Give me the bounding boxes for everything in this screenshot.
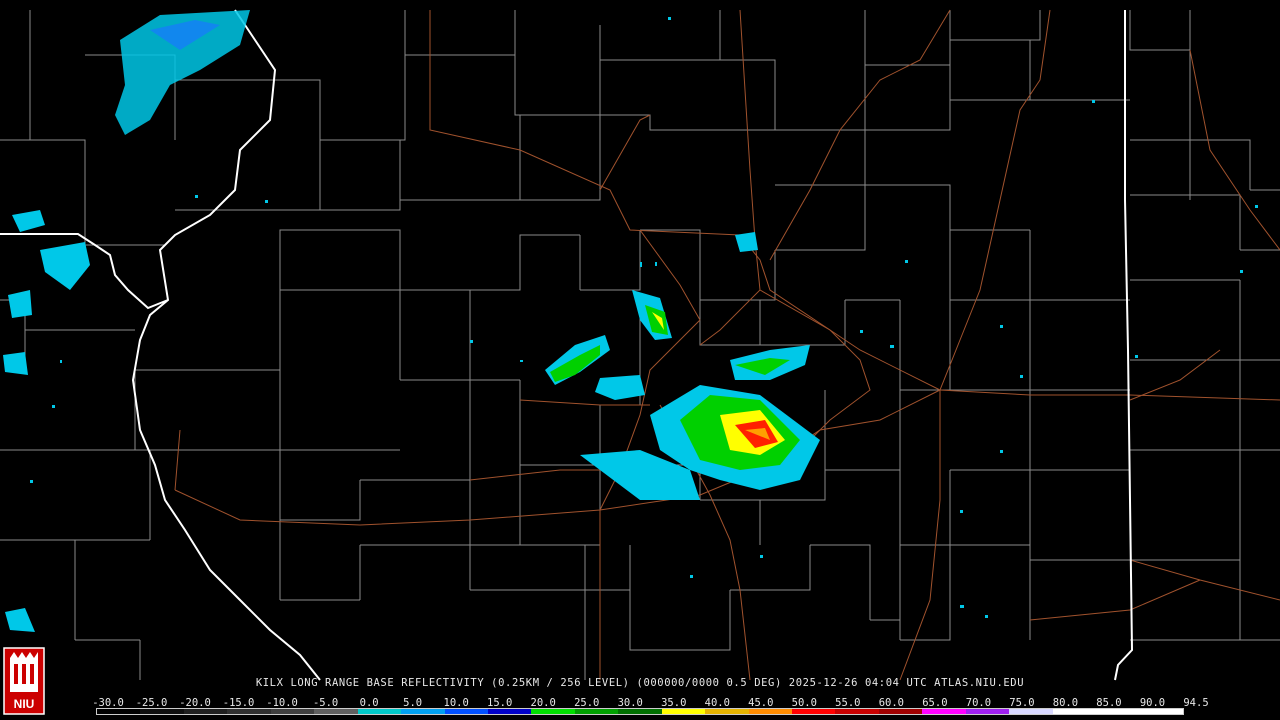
- logo-text: NIU: [14, 697, 35, 711]
- legend-swatch: [661, 709, 706, 714]
- legend-swatch: [1052, 709, 1097, 714]
- legend-swatch: [965, 709, 1010, 714]
- legend-swatch: [401, 709, 445, 714]
- legend-swatch: [1009, 709, 1053, 714]
- legend-swatch: [183, 709, 228, 714]
- legend-swatch: [1096, 709, 1140, 714]
- legend-swatch: [357, 709, 402, 714]
- legend-swatch: [444, 709, 488, 714]
- legend-swatch: [1139, 709, 1183, 714]
- niu-logo: NIU: [3, 647, 45, 715]
- legend-swatch: [922, 709, 966, 714]
- product-title: KILX LONG RANGE BASE REFLECTIVITY (0.25K…: [255, 677, 1025, 689]
- legend-swatch: [748, 709, 792, 714]
- radar-map: [0, 9, 1280, 681]
- legend-swatch: [618, 709, 662, 714]
- legend-swatch: [835, 709, 879, 714]
- color-scale-bar: [96, 708, 1184, 715]
- legend-swatch: [878, 709, 923, 714]
- echo-region-west-1: [12, 210, 45, 232]
- echo-region-west-2: [40, 242, 90, 290]
- legend-swatch: [792, 709, 836, 714]
- legend-swatch: [487, 709, 532, 714]
- legend-swatch: [574, 709, 619, 714]
- legend-swatch: [531, 709, 575, 714]
- legend-swatch: [705, 709, 749, 714]
- legend-swatch: [140, 709, 184, 714]
- legend-swatch: [314, 709, 358, 714]
- county-borders: [0, 10, 1280, 680]
- legend-swatch: [227, 709, 271, 714]
- state-borders: [0, 9, 1134, 681]
- legend-swatch: [97, 709, 141, 714]
- legend-label: 94.5: [1183, 697, 1209, 709]
- legend-swatch: [270, 709, 315, 714]
